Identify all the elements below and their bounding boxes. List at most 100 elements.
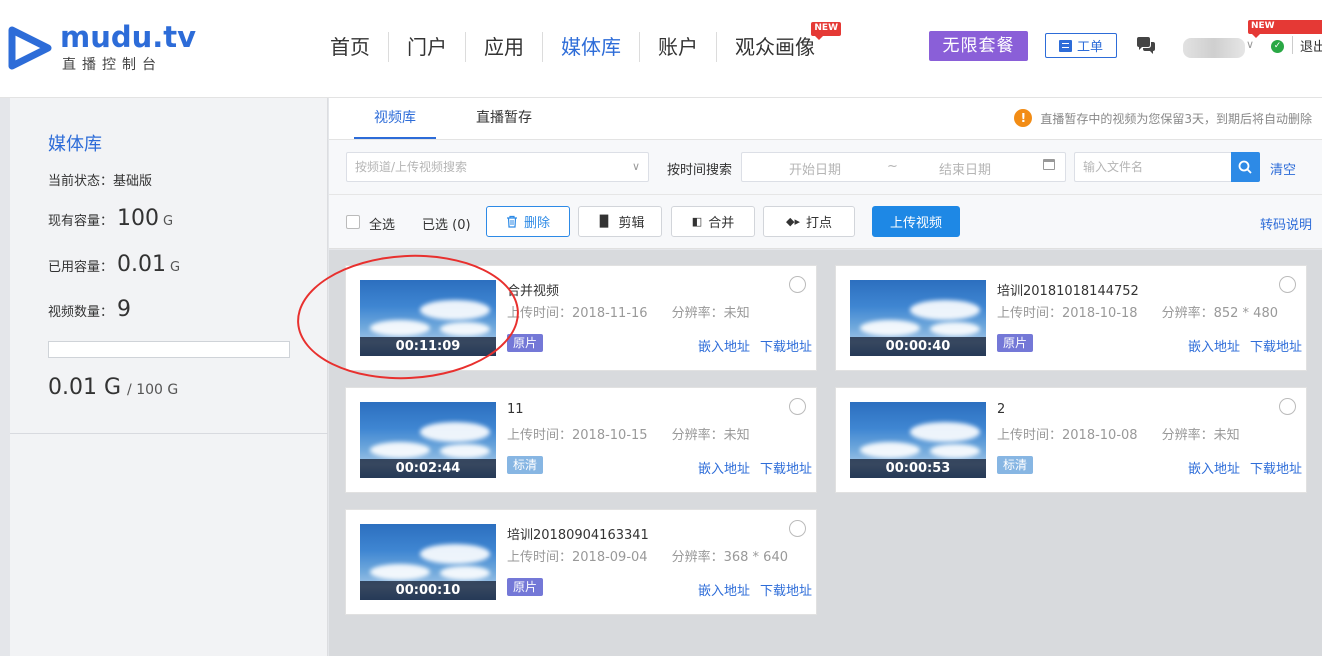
clear-link[interactable]: 清空 xyxy=(1270,159,1296,178)
storage-capacity-text: / 100 G xyxy=(127,382,179,398)
video-thumbnail[interactable]: 00:00:53 xyxy=(850,402,986,478)
trash-icon xyxy=(506,215,517,228)
clip-button[interactable]: ▐▌ 剪辑 xyxy=(578,206,662,237)
header-divider xyxy=(1292,36,1293,54)
embed-link[interactable]: 嵌入地址 xyxy=(1188,458,1240,477)
start-date-input[interactable]: 开始日期 xyxy=(789,159,841,178)
storage-notice: ! 直播暂存中的视频为您保留3天，到期后将自动删除 xyxy=(1014,109,1312,127)
mark-icon: ◆▸ xyxy=(786,215,800,228)
video-meta: 上传时间：2018-10-08 分辨率：未知 xyxy=(997,428,1240,443)
filename-input[interactable]: 输入文件名 xyxy=(1074,152,1231,182)
delete-button[interactable]: 删除 xyxy=(486,206,570,237)
chat-icon[interactable] xyxy=(1135,36,1157,56)
sidebar-title: 媒体库 xyxy=(48,134,102,155)
select-radio[interactable] xyxy=(1279,276,1296,293)
nav-media-library[interactable]: 媒体库 xyxy=(542,32,639,62)
video-duration: 00:00:10 xyxy=(360,581,496,600)
quality-badge: 原片 xyxy=(507,334,544,352)
ticket-button[interactable]: 工单 xyxy=(1045,33,1117,58)
download-link[interactable]: 下载地址 xyxy=(760,458,812,477)
embed-link[interactable]: 嵌入地址 xyxy=(698,580,750,599)
end-date-input[interactable]: 结束日期 xyxy=(939,159,991,178)
quality-badge: 原片 xyxy=(997,334,1034,352)
warning-icon: ! xyxy=(1014,109,1033,127)
download-link[interactable]: 下载地址 xyxy=(760,336,812,355)
embed-link[interactable]: 嵌入地址 xyxy=(698,458,750,477)
tab-video-library[interactable]: 视频库 xyxy=(354,98,436,139)
mudu-logo[interactable]: mudu.tv 直播控制台 xyxy=(8,20,198,73)
download-link[interactable]: 下载地址 xyxy=(1250,336,1302,355)
download-link[interactable]: 下载地址 xyxy=(760,580,812,599)
video-meta: 上传时间：2018-10-15 分辨率：未知 xyxy=(507,428,750,443)
search-icon xyxy=(1238,160,1252,174)
top-header: mudu.tv 直播控制台 首页 门户 应用 媒体库 账户 观众画像 NEW 无… xyxy=(0,0,1322,98)
date-range-picker[interactable]: 开始日期 ~ 结束日期 xyxy=(741,152,1066,182)
calendar-icon[interactable] xyxy=(1043,159,1055,170)
time-search-label: 按时间搜索 xyxy=(667,163,733,178)
mark-button[interactable]: ◆▸ 打点 xyxy=(763,206,855,237)
video-thumbnail[interactable]: 00:11:09 xyxy=(360,280,496,356)
storage-total: 0.01 G / 100 G xyxy=(48,375,178,400)
user-new-badge: NEW xyxy=(1248,20,1322,38)
nav-audience-profile[interactable]: 观众画像 NEW xyxy=(716,22,841,62)
selected-count: 已选 (0) xyxy=(422,218,471,233)
select-radio[interactable] xyxy=(1279,398,1296,415)
logo-name: mudu.tv xyxy=(60,20,197,54)
unlimited-plan-button[interactable]: 无限套餐 xyxy=(929,31,1028,61)
select-radio[interactable] xyxy=(789,276,806,293)
main-nav: 首页 门户 应用 媒体库 账户 观众画像 NEW xyxy=(318,22,841,64)
avatar[interactable] xyxy=(1183,38,1245,58)
used-value: 0.01 xyxy=(117,252,166,277)
video-duration: 00:02:44 xyxy=(360,459,496,478)
upload-video-button[interactable]: 上传视频 xyxy=(872,206,960,237)
quality-badge: 标清 xyxy=(997,456,1034,474)
new-badge: NEW xyxy=(811,22,841,40)
capacity-value: 100 xyxy=(117,206,160,231)
search-button[interactable] xyxy=(1231,152,1260,182)
video-thumbnail[interactable]: 00:02:44 xyxy=(360,402,496,478)
video-duration: 00:00:40 xyxy=(850,337,986,356)
filter-bar: 按频道/上传视频搜索 ∨ 按时间搜索 开始日期 ~ 结束日期 输入文件名 清空 xyxy=(329,140,1322,195)
merge-icon: ◧ xyxy=(691,215,703,228)
video-title: 2 xyxy=(997,402,1006,417)
logout-link[interactable]: 退出 xyxy=(1300,36,1322,55)
ticket-icon xyxy=(1058,39,1072,52)
select-radio[interactable] xyxy=(789,398,806,415)
video-title: 合并视频 xyxy=(507,284,560,299)
verified-check-icon: ✓ xyxy=(1271,40,1284,53)
video-title: 培训20181018144752 xyxy=(997,284,1139,299)
video-meta: 上传时间：2018-10-18 分辨率：852 * 480 xyxy=(997,306,1278,321)
merge-button[interactable]: ◧ 合并 xyxy=(671,206,755,237)
download-link[interactable]: 下载地址 xyxy=(1250,458,1302,477)
play-logo-icon xyxy=(8,26,52,70)
logo-subtitle: 直播控制台 xyxy=(62,57,162,73)
video-card[interactable]: 00:00:10 培训20180904163341 上传时间：2018-09-0… xyxy=(345,509,817,615)
nav-account[interactable]: 账户 xyxy=(639,32,716,62)
video-duration: 00:11:09 xyxy=(360,337,496,356)
used-row: 已用容量： 0.01 G xyxy=(48,252,181,277)
select-all-checkbox[interactable] xyxy=(346,215,360,229)
video-card[interactable]: 00:02:44 11 上传时间：2018-10-15 分辨率：未知 标清 嵌入地… xyxy=(345,387,817,493)
nav-portal[interactable]: 门户 xyxy=(388,32,465,62)
video-meta: 上传时间：2018-09-04 分辨率：368 * 640 xyxy=(507,550,788,565)
storage-used-text: 0.01 G xyxy=(48,375,122,400)
video-card[interactable]: 00:00:40 培训20181018144752 上传时间：2018-10-1… xyxy=(835,265,1307,371)
transcode-help-link[interactable]: 转码说明 xyxy=(1260,214,1312,233)
video-card[interactable]: 00:11:09 合并视频 上传时间：2018-11-16 分辨率：未知 原片 嵌… xyxy=(345,265,817,371)
video-title: 培训20180904163341 xyxy=(507,528,649,543)
nav-home[interactable]: 首页 xyxy=(318,32,388,62)
select-all-label[interactable]: 全选 xyxy=(369,214,395,233)
tabs-bar: 视频库 直播暂存 ! 直播暂存中的视频为您保留3天，到期后将自动删除 xyxy=(329,98,1322,140)
tab-live-temp-storage[interactable]: 直播暂存 xyxy=(459,98,549,138)
embed-link[interactable]: 嵌入地址 xyxy=(1188,336,1240,355)
nav-apps[interactable]: 应用 xyxy=(465,32,542,62)
embed-link[interactable]: 嵌入地址 xyxy=(698,336,750,355)
capacity-row: 现有容量： 100 G xyxy=(48,206,174,231)
channel-select[interactable]: 按频道/上传视频搜索 ∨ xyxy=(346,152,649,182)
chevron-down-icon[interactable]: ∨ xyxy=(1246,38,1256,51)
video-thumbnail[interactable]: 00:00:40 xyxy=(850,280,986,356)
video-card[interactable]: 00:00:53 2 上传时间：2018-10-08 分辨率：未知 标清 嵌入地址… xyxy=(835,387,1307,493)
video-thumbnail[interactable]: 00:00:10 xyxy=(360,524,496,600)
select-radio[interactable] xyxy=(789,520,806,537)
video-grid: 00:11:09 合并视频 上传时间：2018-11-16 分辨率：未知 原片 嵌… xyxy=(329,250,1322,656)
